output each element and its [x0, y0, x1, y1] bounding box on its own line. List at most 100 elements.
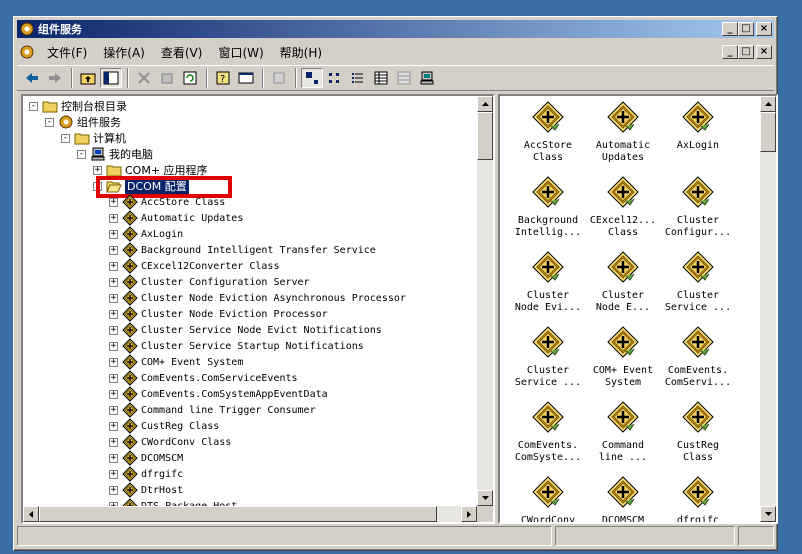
- forward-button[interactable]: [44, 68, 66, 88]
- scroll-up-button[interactable]: [477, 96, 493, 112]
- menu-file[interactable]: 文件(F): [41, 44, 93, 61]
- menu-action[interactable]: 操作(A): [97, 44, 151, 61]
- expand-toggle[interactable]: +: [109, 293, 118, 303]
- expand-toggle[interactable]: +: [109, 261, 118, 271]
- tree-node-dcom-app[interactable]: + ComEvents.ComSystemAppEventData: [109, 386, 328, 402]
- menu-window[interactable]: 窗口(W): [212, 44, 269, 61]
- new-item-button[interactable]: [268, 68, 290, 88]
- details-vertical-scrollbar[interactable]: [760, 96, 776, 522]
- dcom-app-icon-tile[interactable]: ComEvents. ComServi...: [660, 325, 736, 389]
- expand-toggle[interactable]: +: [109, 485, 118, 495]
- dcom-app-icon-tile[interactable]: Cluster Node E...: [585, 250, 661, 314]
- tree-node-dcom-app[interactable]: + COM+ Event System: [109, 354, 243, 370]
- tree-node-dcom-app[interactable]: + Cluster Configuration Server: [109, 274, 310, 290]
- dcom-app-icon-tile[interactable]: AccStore Class: [510, 100, 586, 164]
- scroll-right-button[interactable]: [461, 506, 477, 522]
- expand-toggle[interactable]: +: [109, 277, 118, 287]
- expand-toggle[interactable]: +: [109, 325, 118, 335]
- mdi-restore-button[interactable]: □: [738, 45, 754, 59]
- scroll-down-button[interactable]: [760, 506, 776, 522]
- tree-node-dcom-app[interactable]: + Background Intelligent Transfer Service: [109, 242, 376, 258]
- refresh-button[interactable]: [179, 68, 201, 88]
- dcom-app-icon-tile[interactable]: Cluster Configur...: [660, 175, 736, 239]
- tree-node-dcom-app[interactable]: + DCOMSCM: [109, 450, 183, 466]
- tree-node-dcom-app[interactable]: + Cluster Service Node Evict Notification…: [109, 322, 382, 338]
- expand-toggle[interactable]: +: [109, 309, 118, 319]
- show-hide-tree-button[interactable]: [100, 68, 122, 88]
- expand-toggle[interactable]: +: [109, 229, 118, 239]
- mdi-close-button[interactable]: ×: [756, 45, 772, 59]
- collapse-toggle[interactable]: -: [93, 181, 102, 191]
- dcom-app-icon-tile[interactable]: dfrgifc: [660, 475, 736, 522]
- small-icons-button[interactable]: [324, 68, 346, 88]
- scroll-thumb[interactable]: [39, 506, 437, 522]
- mdi-minimize-button[interactable]: _: [722, 45, 738, 59]
- tree-node-dcom-app[interactable]: + CustReg Class: [109, 418, 219, 434]
- menu-help[interactable]: 帮助(H): [274, 44, 328, 61]
- dcom-app-icon-tile[interactable]: CExcel12... Class: [585, 175, 661, 239]
- tree-node-com-apps[interactable]: + COM+ 应用程序: [93, 162, 208, 178]
- close-button[interactable]: ×: [756, 22, 772, 36]
- menu-view[interactable]: 查看(V): [155, 44, 209, 61]
- tree-node-computers[interactable]: - 计算机: [61, 130, 126, 146]
- tree-node-dcom-app[interactable]: + Cluster Node Eviction Asynchronous Proc…: [109, 290, 406, 306]
- expand-toggle[interactable]: +: [109, 357, 118, 367]
- tree-horizontal-scrollbar[interactable]: [23, 506, 477, 522]
- help-button[interactable]: ?: [212, 68, 234, 88]
- tree-node-dcom-app[interactable]: + ComEvents.ComServiceEvents: [109, 370, 298, 386]
- scroll-left-button[interactable]: [23, 506, 39, 522]
- large-icons-button[interactable]: [301, 68, 323, 88]
- computer-button[interactable]: [416, 68, 438, 88]
- details-view-button[interactable]: [370, 68, 392, 88]
- dcom-app-icon-tile[interactable]: Background Intellig...: [510, 175, 586, 239]
- scroll-up-button[interactable]: [760, 96, 776, 112]
- tree-node-dcom-app[interactable]: + Cluster Node Eviction Processor: [109, 306, 328, 322]
- collapse-toggle[interactable]: -: [61, 133, 70, 143]
- tree-node-dcom-app[interactable]: + DtrHost: [109, 482, 183, 498]
- maximize-button[interactable]: □: [738, 22, 754, 36]
- expand-toggle[interactable]: +: [109, 453, 118, 463]
- scroll-down-button[interactable]: [477, 490, 493, 506]
- tree-node-dcom-app[interactable]: + AxLogin: [109, 226, 183, 242]
- expand-toggle[interactable]: +: [109, 421, 118, 431]
- up-one-level-button[interactable]: [77, 68, 99, 88]
- dcom-app-icon-tile[interactable]: CWordConvClass: [510, 475, 586, 522]
- expand-toggle[interactable]: +: [109, 405, 118, 415]
- details-pane[interactable]: AccStore Class Automatic Updates AxLogin Back…: [498, 94, 778, 524]
- tree-node-component-services[interactable]: - 组件服务: [45, 114, 121, 130]
- tree-node-dcom-app[interactable]: + AccStore Class: [109, 194, 225, 210]
- dcom-app-icon-tile[interactable]: Automatic Updates: [585, 100, 661, 164]
- expand-toggle[interactable]: +: [109, 469, 118, 479]
- expand-toggle[interactable]: +: [109, 373, 118, 383]
- tree-node-dcom-app[interactable]: + Command line Trigger Consumer: [109, 402, 316, 418]
- mmc-document-icon[interactable]: [19, 44, 35, 60]
- tree-node-dcom-config[interactable]: - DCOM 配置: [93, 178, 189, 194]
- expand-toggle[interactable]: +: [109, 437, 118, 447]
- tree-node-dcom-app[interactable]: + Automatic Updates: [109, 210, 243, 226]
- show-hide-console-button[interactable]: [235, 68, 257, 88]
- minimize-button[interactable]: _: [722, 22, 738, 36]
- collapse-toggle[interactable]: -: [45, 117, 54, 127]
- dcom-app-icon-tile[interactable]: DCOMSCM: [585, 475, 661, 522]
- dcom-app-icon-tile[interactable]: COM+ Event System: [585, 325, 661, 389]
- expand-toggle[interactable]: +: [109, 213, 118, 223]
- expand-toggle[interactable]: +: [93, 165, 102, 175]
- tree-node-console-root[interactable]: - 控制台根目录: [29, 98, 127, 114]
- title-bar[interactable]: 组件服务 _ □ ×: [17, 20, 774, 38]
- tree-node-dcom-app[interactable]: + CExcel12Converter Class: [109, 258, 279, 274]
- expand-toggle[interactable]: +: [109, 197, 118, 207]
- collapse-toggle[interactable]: -: [29, 101, 38, 111]
- dcom-app-icon-tile[interactable]: AxLogin: [660, 100, 736, 152]
- delete-button[interactable]: [133, 68, 155, 88]
- tree-node-dcom-app[interactable]: + dfrgifc: [109, 466, 183, 482]
- dcom-app-icon-tile[interactable]: Cluster Service ...: [510, 325, 586, 389]
- tree-node-my-computer[interactable]: - 我的电脑: [77, 146, 153, 162]
- expand-toggle[interactable]: +: [109, 389, 118, 399]
- list-view-button[interactable]: [347, 68, 369, 88]
- dcom-app-icon-tile[interactable]: Cluster Service ...: [660, 250, 736, 314]
- scroll-thumb[interactable]: [477, 112, 493, 160]
- dcom-app-icon-tile[interactable]: Cluster Node Evi...: [510, 250, 586, 314]
- properties-button[interactable]: [156, 68, 178, 88]
- back-button[interactable]: [21, 68, 43, 88]
- collapse-toggle[interactable]: -: [77, 149, 86, 159]
